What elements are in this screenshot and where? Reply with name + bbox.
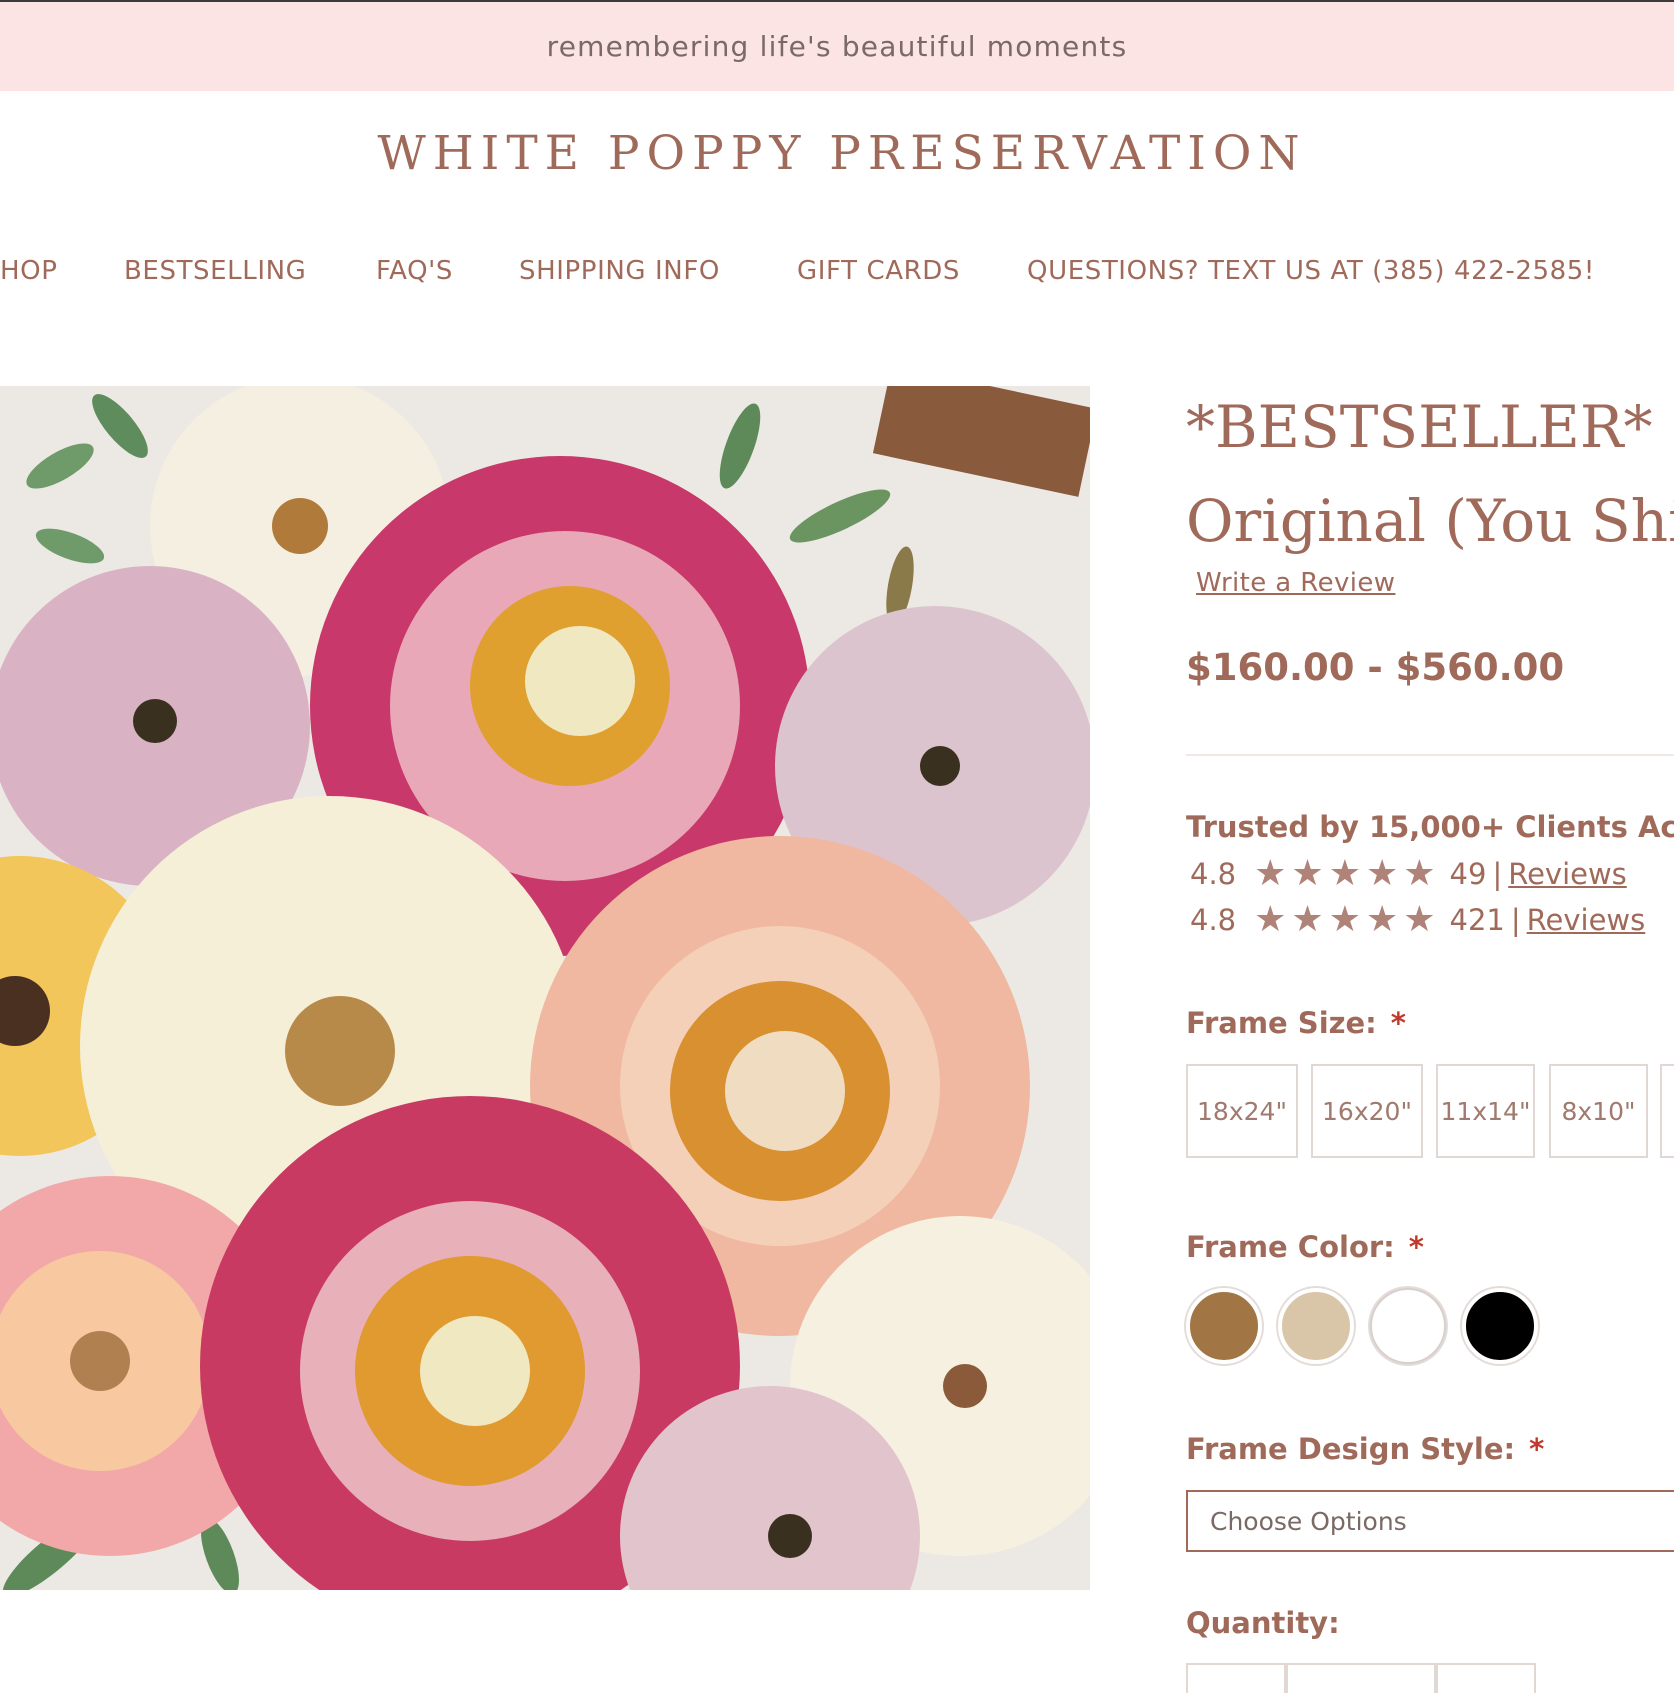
nav-item-bestselling[interactable]: BESTSELLING (124, 256, 306, 286)
color-swatch-walnut[interactable] (1186, 1288, 1262, 1364)
write-review-link[interactable]: Write a Review (1196, 568, 1395, 598)
nav-item-shipping-info[interactable]: SHIPPING INFO (519, 256, 720, 286)
star-icon: ★ (1403, 899, 1436, 940)
frame-color-label-text: Frame Color: (1186, 1230, 1395, 1264)
frame-design-placeholder: Choose Options (1210, 1506, 1407, 1536)
product-details: *BESTSELLER* P Original (You Shi Write a… (1186, 380, 1674, 1693)
star-icon: ★ (1291, 899, 1324, 940)
review-count: 421 (1449, 903, 1505, 937)
size-option-8x10[interactable]: 8x10" (1549, 1064, 1648, 1158)
color-swatch-black[interactable] (1462, 1288, 1538, 1364)
required-marker: * (1390, 1006, 1406, 1040)
review-count: 49 (1449, 857, 1487, 891)
separator: | (1510, 903, 1521, 937)
product-title-line-2: Original (You Shi (1186, 487, 1674, 555)
size-option-16x20[interactable]: 16x20" (1311, 1064, 1423, 1158)
rating-row: 4.8 ★ ★ ★ ★ ★ 49 | Reviews (1190, 856, 1627, 892)
nav-item-gift-cards[interactable]: GIFT CARDS (797, 256, 960, 286)
rating-score: 4.8 (1190, 857, 1237, 891)
frame-color-label: Frame Color: * (1186, 1230, 1424, 1264)
rating-row: 4.8 ★ ★ ★ ★ ★ 421 | Reviews (1190, 902, 1645, 938)
quantity-input[interactable] (1286, 1663, 1436, 1693)
size-option-more[interactable] (1660, 1064, 1674, 1158)
frame-design-select[interactable]: Choose Options (1186, 1490, 1674, 1552)
size-option-11x14[interactable]: 11x14" (1436, 1064, 1535, 1158)
star-icon: ★ (1254, 853, 1287, 894)
star-icon: ★ (1328, 853, 1361, 894)
star-icon: ★ (1328, 899, 1361, 940)
frame-size-label-text: Frame Size: (1186, 1006, 1377, 1040)
star-icon: ★ (1254, 899, 1287, 940)
star-rating: ★ ★ ★ ★ ★ (1254, 902, 1435, 938)
size-option-18x24[interactable]: 18x24" (1186, 1064, 1298, 1158)
quantity-decrement-button[interactable] (1186, 1663, 1286, 1693)
frame-design-label: Frame Design Style: * (1186, 1432, 1544, 1466)
color-swatch-white[interactable] (1370, 1288, 1446, 1364)
divider (1186, 754, 1674, 756)
nav-item-faqs[interactable]: FAQ'S (376, 256, 453, 286)
frame-design-label-text: Frame Design Style: (1186, 1432, 1516, 1466)
brand-logo[interactable]: WHITE POPPY PRESERVATION (0, 126, 1674, 181)
color-swatch-natural[interactable] (1278, 1288, 1354, 1364)
frame-size-label: Frame Size: * (1186, 1006, 1406, 1040)
announcement-text: remembering life's beautiful moments (546, 30, 1128, 63)
rating-score: 4.8 (1190, 903, 1237, 937)
trusted-banner: Trusted by 15,000+ Clients Acr (1186, 810, 1674, 844)
nav-item-questions-text-us[interactable]: QUESTIONS? TEXT US AT (385) 422-2585! (1027, 256, 1595, 286)
reviews-link[interactable]: Reviews (1508, 857, 1627, 891)
product-image[interactable] (0, 386, 1090, 1590)
star-icon: ★ (1291, 853, 1324, 894)
price-range: $160.00 - $560.00 (1186, 646, 1565, 689)
quantity-increment-button[interactable] (1436, 1663, 1536, 1693)
main-nav: HOP BESTSELLING FAQ'S SHIPPING INFO GIFT… (0, 256, 1674, 292)
quantity-label: Quantity: (1186, 1606, 1340, 1640)
nav-item-shop[interactable]: HOP (0, 256, 58, 286)
product-title-line-1: *BESTSELLER* P (1186, 393, 1674, 461)
star-icon: ★ (1365, 899, 1399, 940)
star-rating: ★ ★ ★ ★ ★ (1254, 856, 1435, 892)
product-title: *BESTSELLER* P Original (You Shi (1186, 380, 1674, 568)
required-marker: * (1408, 1230, 1424, 1264)
separator: | (1492, 857, 1503, 891)
star-icon: ★ (1403, 853, 1436, 894)
star-icon: ★ (1365, 853, 1399, 894)
announcement-bar: remembering life's beautiful moments (0, 2, 1674, 91)
required-marker: * (1529, 1432, 1545, 1466)
reviews-link[interactable]: Reviews (1527, 903, 1646, 937)
